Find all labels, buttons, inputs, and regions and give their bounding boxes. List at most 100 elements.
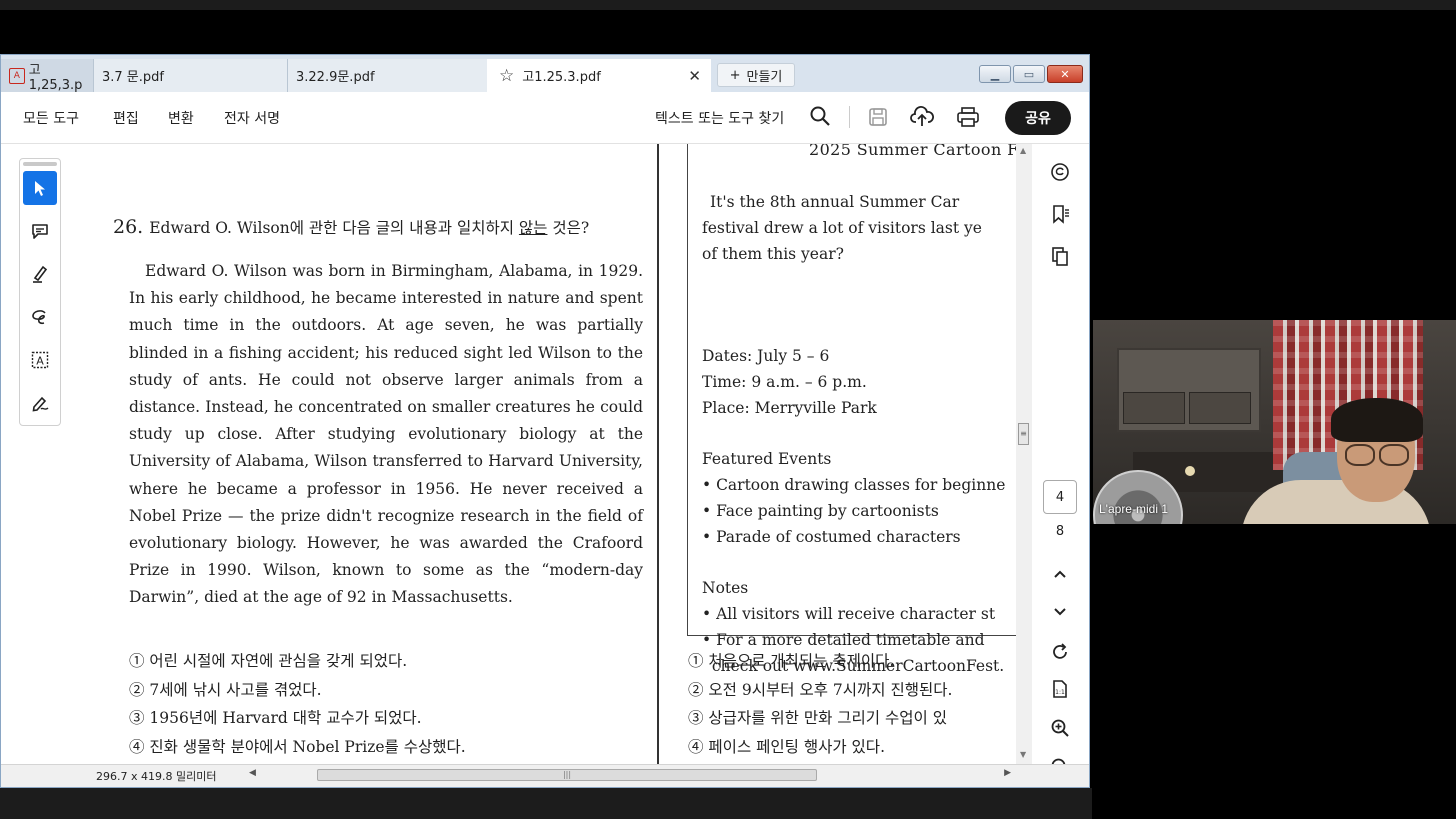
choice-3: ③ 상급자를 위한 만화 그리기 수업이 있 — [688, 709, 947, 727]
close-window-button[interactable]: ✕ — [1047, 65, 1083, 83]
choice-3: ③ 1956년에 Harvard 대학 교수가 되었다. — [129, 709, 422, 727]
question-number: 26. — [113, 216, 144, 238]
sign-pen-icon[interactable] — [23, 386, 57, 420]
menu-convert[interactable]: 변환 — [168, 108, 194, 128]
webcam-lamp — [1185, 466, 1195, 476]
scroll-up-arrow-icon[interactable]: ▲ — [1020, 146, 1026, 155]
add-comment-icon[interactable] — [23, 214, 57, 248]
new-tab-label: 만들기 — [746, 69, 783, 85]
webcam-person-glasses — [1379, 444, 1409, 466]
choice-1: ① 어린 시절에 자연에 관심을 갖게 되었다. — [129, 652, 408, 670]
menu-bar: 모든 도구 편집 변환 전자 서명 텍스트 또는 도구 찾기 공유 — [1, 92, 1089, 144]
scroll-down-arrow-icon[interactable]: ▼ — [1020, 750, 1026, 759]
festival-intro-line: of them this year? — [702, 245, 844, 263]
menu-edit[interactable]: 편집 — [113, 108, 139, 128]
question-title-end: 것은? — [547, 219, 590, 237]
webcam-person-hair — [1331, 398, 1423, 442]
close-tab-icon[interactable]: ✕ — [688, 67, 701, 85]
highlight-pen-icon[interactable] — [23, 257, 57, 291]
webcam-video-tile[interactable]: L'apre-midi 1 — [1093, 320, 1456, 524]
tab-active[interactable]: ☆ 고1.25.3.pdf ✕ — [487, 59, 711, 92]
horizontal-scroll-thumb[interactable]: ||| — [317, 769, 817, 781]
svg-text:A: A — [36, 355, 44, 368]
status-bar: 296.7 x 419.8 밀리미터 ◀ ||| ▶ — [1, 764, 1089, 787]
festival-featured-events: Featured Events • Cartoon drawing classe… — [702, 446, 1005, 550]
share-button[interactable]: 공유 — [1005, 101, 1071, 135]
question-title-text: Edward O. Wilson에 관한 다음 글의 내용과 일치하지 — [149, 219, 519, 237]
tab-label: 고1.25.3.pdf — [522, 70, 601, 85]
horizontal-scrollbar[interactable]: ◀ ||| ▶ — [249, 768, 1011, 783]
text-select-icon[interactable]: A — [23, 343, 57, 377]
vertical-scroll-thumb[interactable]: ≡ — [1018, 423, 1029, 445]
toolbar-divider — [849, 106, 850, 128]
question-choices: ① 어린 시절에 자연에 관심을 갖게 되었다. ② 7세에 낚시 사고를 겪었… — [129, 647, 466, 761]
festival-time: Time: 9 a.m. – 6 p.m. — [702, 373, 867, 391]
festival-place: Place: Merryville Park — [702, 399, 877, 417]
scroll-right-arrow-icon[interactable]: ▶ — [1004, 768, 1011, 778]
column-divider — [657, 144, 659, 764]
tab-2[interactable]: 3.7 문.pdf — [93, 59, 287, 92]
previous-page-chevron-up-icon[interactable] — [1047, 562, 1073, 588]
restore-button[interactable]: ▭ — [1013, 65, 1045, 83]
cloud-upload-icon[interactable] — [909, 104, 935, 130]
below-window-area — [0, 788, 1092, 819]
panel-grip[interactable] — [23, 162, 57, 166]
choice-2: ② 7세에 낚시 사고를 겪었다. — [129, 680, 322, 699]
draw-loop-icon[interactable] — [23, 300, 57, 334]
festival-dates: Dates: July 5 – 6 — [702, 347, 830, 365]
search-icon[interactable] — [809, 105, 831, 131]
zoom-in-icon[interactable] — [1047, 715, 1073, 741]
featured-event: • Parade of costumed characters — [702, 528, 961, 546]
featured-event: • Cartoon drawing classes for beginne — [702, 476, 1006, 494]
webcam-cabinet-door — [1123, 392, 1185, 424]
festival-intro-line: festival drew a lot of visitors last ye — [702, 219, 982, 237]
festival-intro-line: It's the 8th annual Summer Car — [710, 193, 960, 211]
choice-4: ④ 페이스 페인팅 행사가 있다. — [688, 737, 885, 756]
copy-pages-icon[interactable] — [1047, 243, 1073, 269]
choice-2: ② 오전 9시부터 오후 7시까지 진행된다. — [688, 680, 953, 699]
rotate-icon[interactable] — [1047, 639, 1073, 665]
tab-bar: A 고1,25,3.p 3.7 문.pdf 3.22.9문.pdf ☆ 고1.2… — [1, 55, 1089, 93]
tab-3[interactable]: 3.22.9문.pdf — [287, 59, 487, 92]
document-view[interactable]: 26. Edward O. Wilson에 관한 다음 글의 내용과 일치하지 않… — [1, 144, 1089, 764]
tab-label: 3.7 문.pdf — [102, 70, 164, 85]
featured-heading: Featured Events — [702, 450, 832, 468]
scroll-left-arrow-icon[interactable]: ◀ — [249, 768, 256, 778]
bookmark-icon[interactable] — [1047, 201, 1073, 227]
featured-event: • Face painting by cartoonists — [702, 502, 939, 520]
plus-icon: + — [729, 67, 741, 83]
tab-label: 3.22.9문.pdf — [296, 70, 375, 85]
page-properties-icon[interactable]: 1:1 — [1047, 676, 1073, 702]
festival-title: 2025 Summer Cartoon F — [809, 144, 1016, 159]
screen-top-bar — [0, 0, 1456, 10]
print-icon[interactable] — [955, 104, 981, 130]
page-dimensions: 296.7 x 419.8 밀리미터 — [96, 770, 217, 783]
vertical-scrollbar[interactable]: ▲ ≡ ▼ — [1016, 144, 1032, 764]
right-tools-panel: 4 8 1:1 — [1036, 144, 1089, 764]
festival-choices: ① 처음으로 개최되는 축제이다. ② 오전 9시부터 오후 7시까지 진행된다… — [688, 647, 952, 761]
choice-1: ① 처음으로 개최되는 축제이다. — [688, 652, 895, 670]
new-tab-button[interactable]: + 만들기 — [717, 63, 795, 87]
page-number-input[interactable]: 4 — [1043, 480, 1077, 514]
svg-text:1:1: 1:1 — [1055, 689, 1065, 696]
next-page-chevron-down-icon[interactable] — [1047, 598, 1073, 624]
festival-intro: It's the 8th annual Summer Car festival … — [702, 189, 1016, 267]
page-viewport: 26. Edward O. Wilson에 관한 다음 글의 내용과 일치하지 않… — [1, 144, 1016, 764]
find-tools-label[interactable]: 텍스트 또는 도구 찾기 — [655, 108, 784, 128]
question-passage: Edward O. Wilson was born in Birmingham,… — [129, 262, 643, 607]
select-arrow-icon[interactable] — [23, 171, 57, 205]
festival-details: Dates: July 5 – 6 Time: 9 a.m. – 6 p.m. … — [702, 343, 877, 421]
tab-1[interactable]: A 고1,25,3.p — [1, 59, 93, 93]
webcam-cabinet-door — [1189, 392, 1251, 424]
comment-icon[interactable] — [1047, 159, 1073, 185]
quick-tools-panel: A — [19, 158, 61, 426]
menu-e-sign[interactable]: 전자 서명 — [224, 108, 280, 128]
save-icon[interactable] — [865, 104, 891, 130]
zoom-out-icon[interactable] — [1047, 754, 1073, 764]
page-total: 8 — [1055, 524, 1065, 539]
star-icon[interactable]: ☆ — [499, 66, 514, 86]
tab-label: 고1,25,3.p — [28, 62, 83, 93]
minimize-button[interactable]: ▁ — [979, 65, 1011, 83]
menu-all-tools[interactable]: 모든 도구 — [23, 108, 79, 128]
question-title-underlined: 않는 — [518, 219, 548, 237]
